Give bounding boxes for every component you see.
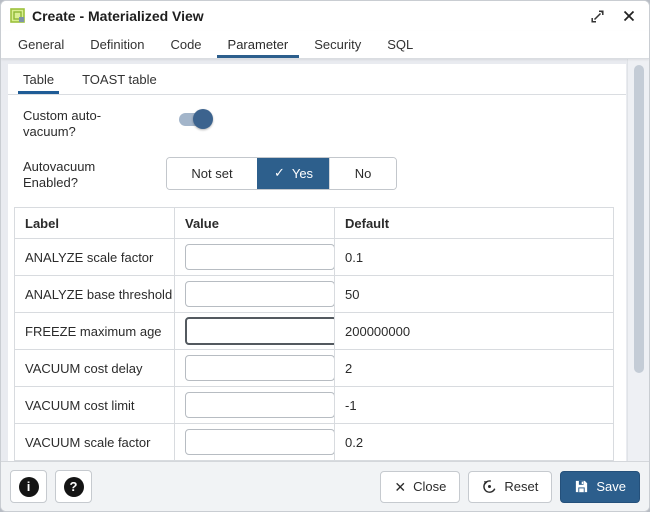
column-header-default: Default: [335, 208, 614, 239]
materialized-view-icon: [10, 8, 26, 24]
help-button[interactable]: ?: [55, 470, 92, 503]
custom-autovacuum-toggle[interactable]: [179, 109, 214, 129]
param-label: VACUUM base threshold: [15, 461, 175, 462]
tab-code[interactable]: Code: [157, 31, 214, 58]
param-label: VACUUM scale factor: [15, 424, 175, 461]
tab-label: Security: [314, 37, 361, 52]
close-label: Close: [413, 479, 446, 494]
table-header-row: Label Value Default: [15, 208, 614, 239]
option-label: Yes: [292, 166, 313, 181]
vertical-scrollbar-thumb[interactable]: [634, 65, 644, 373]
tab-label: Definition: [90, 37, 144, 52]
info-icon: i: [19, 477, 39, 497]
tab-definition[interactable]: Definition: [77, 31, 157, 58]
param-value-input-focused[interactable]: [185, 317, 335, 345]
save-button[interactable]: Save: [560, 471, 640, 503]
save-icon: [574, 479, 589, 494]
subtab-label: TOAST table: [82, 72, 157, 87]
parameter-panel: Table TOAST table Custom auto-vacuum? Au…: [1, 59, 649, 461]
table-row: VACUUM cost limit -1: [15, 387, 614, 424]
main-tabbar: General Definition Code Parameter Securi…: [1, 31, 649, 59]
tab-general[interactable]: General: [5, 31, 77, 58]
autovacuum-option-no[interactable]: No: [329, 158, 396, 189]
param-default: 2: [335, 350, 614, 387]
autovacuum-option-yes[interactable]: ✓ Yes: [257, 158, 329, 189]
param-label: VACUUM cost limit: [15, 387, 175, 424]
param-label: ANALYZE scale factor: [15, 239, 175, 276]
param-default: -1: [335, 387, 614, 424]
info-button[interactable]: i: [10, 470, 47, 503]
tab-label: Code: [170, 37, 201, 52]
param-default: 50: [335, 276, 614, 313]
help-icon: ?: [64, 477, 84, 497]
expand-icon[interactable]: [589, 8, 605, 24]
sub-tabbar: Table TOAST table: [8, 64, 626, 95]
option-label: Not set: [191, 166, 232, 181]
custom-autovacuum-label: Custom auto-vacuum?: [23, 106, 179, 141]
table-row: FREEZE maximum age 200000000: [15, 313, 614, 350]
table-row: VACUUM base threshold 50: [15, 461, 614, 462]
vertical-scrollbar-track[interactable]: [627, 59, 649, 461]
table-row: ANALYZE base threshold 50: [15, 276, 614, 313]
tab-label: General: [18, 37, 64, 52]
check-icon: ✓: [274, 165, 285, 181]
create-materialized-view-dialog: Create - Materialized View General: [0, 0, 650, 512]
table-subpanel: Table TOAST table Custom auto-vacuum? Au…: [8, 64, 626, 461]
param-value-input[interactable]: [185, 281, 335, 307]
tab-label: Parameter: [228, 37, 289, 52]
table-row: VACUUM cost delay 2: [15, 350, 614, 387]
param-label: VACUUM cost delay: [15, 350, 175, 387]
reset-label: Reset: [504, 479, 538, 494]
autovacuum-option-not-set[interactable]: Not set: [167, 158, 257, 189]
footer-bar: i ? ✕ Close Reset: [1, 461, 649, 511]
tab-security[interactable]: Security: [301, 31, 374, 58]
tab-parameter[interactable]: Parameter: [215, 31, 302, 58]
close-x-icon: ✕: [394, 480, 406, 494]
tab-sql[interactable]: SQL: [374, 31, 426, 58]
param-value-input[interactable]: [185, 392, 335, 418]
param-value-input[interactable]: [185, 244, 335, 270]
close-icon[interactable]: [621, 8, 637, 24]
titlebar: Create - Materialized View: [1, 1, 649, 31]
param-label: ANALYZE base threshold: [15, 276, 175, 313]
reset-icon: [482, 479, 497, 494]
column-header-value: Value: [175, 208, 335, 239]
column-header-label: Label: [15, 208, 175, 239]
table-row: VACUUM scale factor 0.2: [15, 424, 614, 461]
param-value-input[interactable]: [185, 355, 335, 381]
param-label: FREEZE maximum age: [15, 313, 175, 350]
table-row: ANALYZE scale factor 0.1: [15, 239, 614, 276]
tab-label: SQL: [387, 37, 413, 52]
subtab-toast-table[interactable]: TOAST table: [77, 64, 162, 94]
subtab-table[interactable]: Table: [18, 64, 59, 94]
autovacuum-enabled-label: Autovacuum Enabled?: [23, 157, 176, 192]
param-default: 0.1: [335, 239, 614, 276]
option-label: No: [355, 166, 372, 181]
param-default: 50: [335, 461, 614, 462]
reset-button[interactable]: Reset: [468, 471, 552, 503]
dialog-title: Create - Materialized View: [32, 8, 204, 24]
close-button[interactable]: ✕ Close: [380, 471, 460, 503]
parameters-table: Label Value Default ANALYZE scale factor…: [14, 207, 614, 461]
param-default: 0.2: [335, 424, 614, 461]
param-default: 200000000: [335, 313, 614, 350]
param-value-input[interactable]: [185, 429, 335, 455]
controls-section: Custom auto-vacuum? Autovacuum Enabled? …: [8, 95, 626, 191]
toggle-knob: [193, 109, 213, 129]
autovacuum-enabled-group: Not set ✓ Yes No: [166, 157, 397, 190]
subtab-label: Table: [23, 72, 54, 87]
save-label: Save: [596, 479, 626, 494]
